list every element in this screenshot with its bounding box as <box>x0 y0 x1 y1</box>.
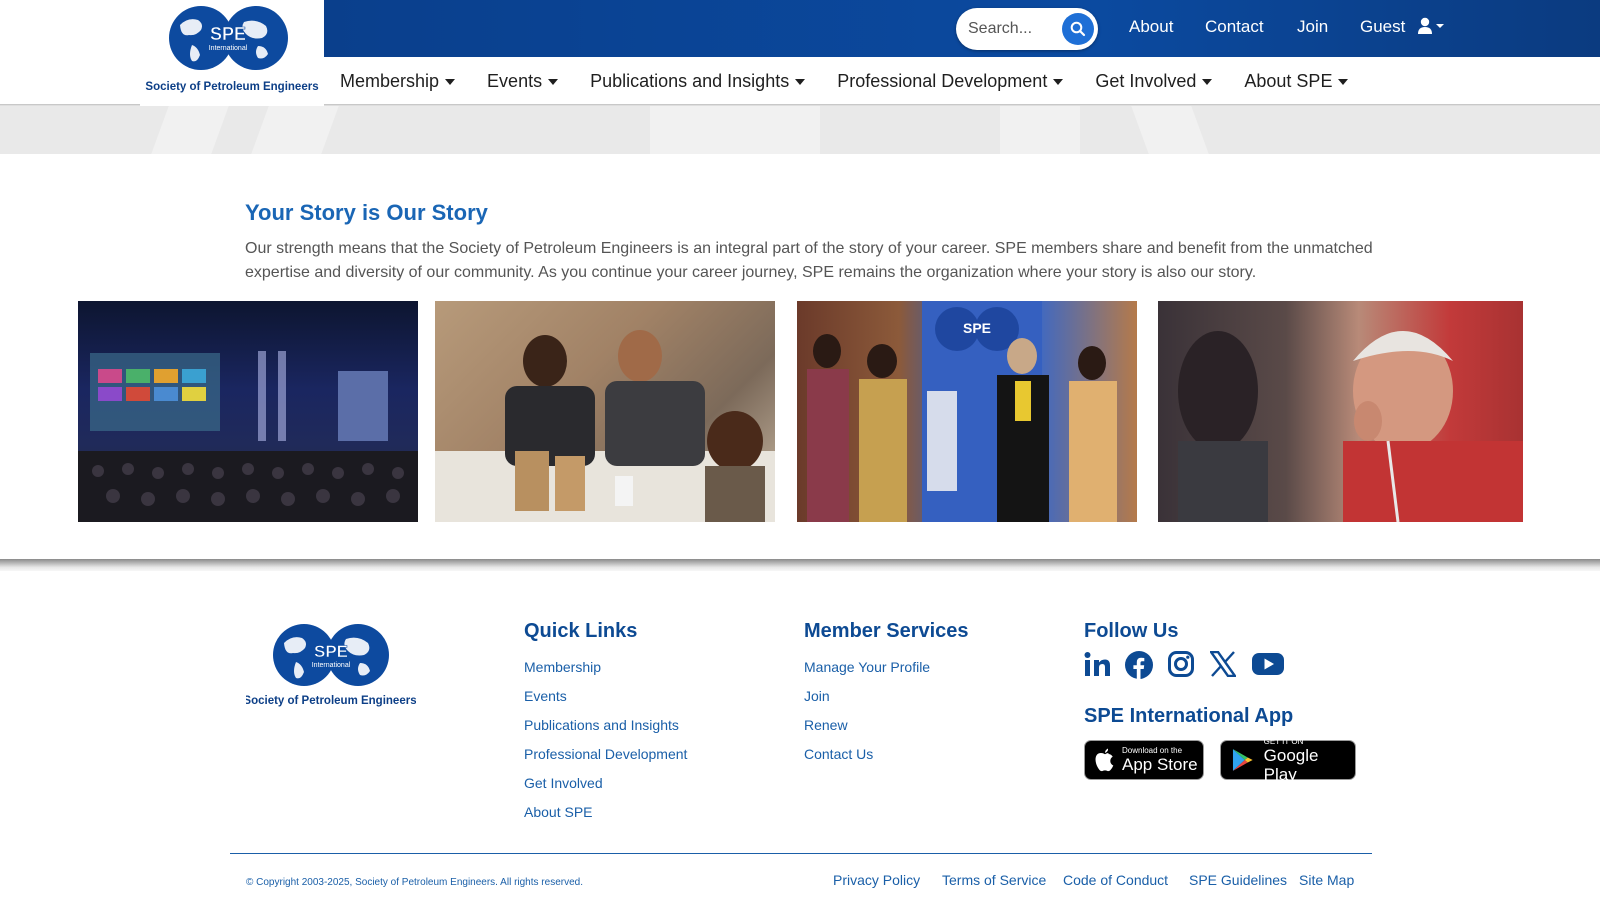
quick-links-title: Quick Links <box>524 620 638 642</box>
copyright-text: © Copyright 2003-2025, Society of Petrol… <box>246 877 583 888</box>
photo-workshop-activity <box>435 301 775 522</box>
spe-guidelines-link[interactable]: SPE Guidelines <box>1189 872 1287 888</box>
site-footer: SPE International Society of Petroleum E… <box>0 571 1600 900</box>
logo-org-name: Society of Petroleum Engineers <box>145 81 318 93</box>
photo-attendees-listening <box>1158 301 1523 522</box>
guest-menu-toggle[interactable] <box>1418 17 1446 40</box>
caret-down-icon <box>795 78 806 85</box>
facebook-icon <box>1125 651 1153 679</box>
topbar-link-about[interactable]: About <box>1129 17 1173 37</box>
nav-item-publications[interactable]: Publications and Insights <box>590 71 806 92</box>
nav-item-get-involved[interactable]: Get Involved <box>1095 71 1213 92</box>
main-nav: Membership Events Publications and Insig… <box>324 57 1600 106</box>
logo-text: SPE <box>210 24 246 44</box>
topbar-link-join[interactable]: Join <box>1297 17 1328 37</box>
nav-item-label: Membership <box>340 71 440 91</box>
topbar-link-contact[interactable]: Contact <box>1205 17 1264 37</box>
search-icon <box>1070 21 1086 37</box>
caret-down-icon <box>445 78 456 85</box>
footer-divider <box>0 559 1600 571</box>
x-link[interactable] <box>1208 650 1238 682</box>
footer-link-renew[interactable]: Renew <box>804 717 848 733</box>
search-button[interactable] <box>1062 13 1094 45</box>
footer-link-professional-development[interactable]: Professional Development <box>524 746 687 762</box>
nav-item-membership[interactable]: Membership <box>340 71 456 92</box>
footer-link-publications[interactable]: Publications and Insights <box>524 717 679 733</box>
apple-icon <box>1095 748 1114 772</box>
nav-item-professional-development[interactable]: Professional Development <box>837 71 1064 92</box>
nav-item-label: Professional Development <box>837 71 1048 91</box>
logo-text: SPE <box>314 642 348 661</box>
google-play-big-text: Google Play <box>1263 745 1319 784</box>
linkedin-icon <box>1084 652 1110 676</box>
section-body: Our strength means that the Society of P… <box>245 240 1373 281</box>
caret-down-icon <box>1053 78 1064 85</box>
nav-item-label: Get Involved <box>1095 71 1197 91</box>
site-logo[interactable]: SPE International Society of Petroleum E… <box>140 0 324 106</box>
search-box <box>956 8 1098 50</box>
footer-link-manage-profile[interactable]: Manage Your Profile <box>804 659 930 675</box>
svg-text:SPE: SPE <box>963 320 991 336</box>
google-play-badge[interactable]: GET IT ON Google Play <box>1220 736 1356 784</box>
footer-link-get-involved[interactable]: Get Involved <box>524 775 603 791</box>
nav-item-label: Publications and Insights <box>590 71 790 91</box>
footer-link-contact-us[interactable]: Contact Us <box>804 746 873 762</box>
guest-menu-label[interactable]: Guest <box>1360 17 1405 37</box>
page: SPE International Society of Petroleum E… <box>0 0 1600 900</box>
nav-item-about-spe[interactable]: About SPE <box>1244 71 1349 92</box>
photo-section-group: SPE <box>797 301 1137 522</box>
footer-logo[interactable]: SPE International Society of Petroleum E… <box>243 619 417 718</box>
hero-banner-strip <box>0 106 1600 154</box>
facebook-link[interactable] <box>1125 651 1153 684</box>
user-icon <box>1418 17 1444 34</box>
spe-logo-icon: SPE International Society of Petroleum E… <box>145 6 319 93</box>
youtube-icon <box>1252 653 1284 675</box>
footer-link-events[interactable]: Events <box>524 688 567 704</box>
instagram-link[interactable] <box>1168 651 1194 682</box>
google-play-small-text: GET IT ON <box>1263 736 1304 746</box>
site-map-link[interactable]: Site Map <box>1299 872 1354 888</box>
photo-conference-stage <box>78 301 418 522</box>
instagram-icon <box>1168 651 1194 677</box>
footer-link-about-spe[interactable]: About SPE <box>524 804 593 820</box>
logo-subtext: International <box>209 45 248 52</box>
linkedin-link[interactable] <box>1084 651 1110 682</box>
app-store-big-text: App Store <box>1122 755 1198 774</box>
footer-link-join[interactable]: Join <box>804 688 830 704</box>
code-of-conduct-link[interactable]: Code of Conduct <box>1063 872 1168 888</box>
app-store-small-text: Download on the <box>1122 746 1183 755</box>
follow-us-title: Follow Us <box>1084 620 1179 642</box>
section-title: Your Story is Our Story <box>245 200 488 225</box>
nav-item-label: Events <box>487 71 543 91</box>
caret-down-icon <box>1202 78 1213 85</box>
x-icon <box>1208 650 1238 678</box>
caret-down-icon <box>548 78 559 85</box>
spe-logo-icon: SPE International Society of Petroleum E… <box>243 624 417 707</box>
nav-item-events[interactable]: Events <box>487 71 559 92</box>
footer-link-membership[interactable]: Membership <box>524 659 601 675</box>
logo-subtext: International <box>312 662 351 669</box>
google-play-icon <box>1232 749 1253 771</box>
app-section-title: SPE International App <box>1084 705 1294 727</box>
logo-org-name: Society of Petroleum Engineers <box>246 695 416 707</box>
search-input[interactable] <box>968 18 1058 40</box>
footer-rule <box>230 853 1372 854</box>
app-store-badge[interactable]: Download on the App Store <box>1084 740 1204 780</box>
privacy-policy-link[interactable]: Privacy Policy <box>833 872 920 888</box>
member-services-title: Member Services <box>804 620 969 642</box>
caret-down-icon <box>1338 78 1349 85</box>
youtube-link[interactable] <box>1252 651 1284 682</box>
nav-item-label: About SPE <box>1244 71 1333 91</box>
terms-of-service-link[interactable]: Terms of Service <box>942 872 1046 888</box>
